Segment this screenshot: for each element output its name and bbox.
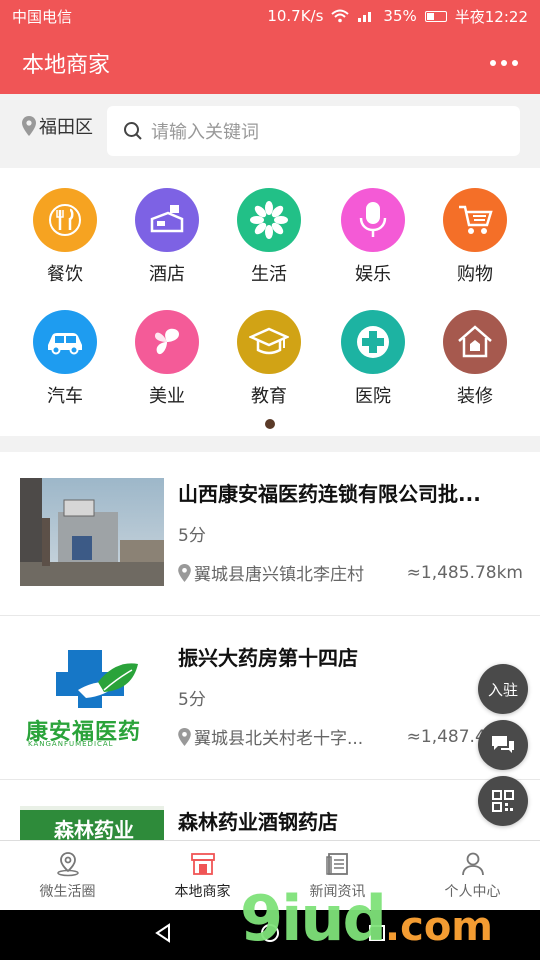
tab-label: 新闻资讯	[309, 883, 366, 900]
location-pin-icon	[178, 563, 191, 582]
back-button[interactable]	[152, 922, 174, 948]
net-speed: 10.7K/s	[267, 7, 324, 25]
more-dot-icon	[501, 60, 507, 66]
category-label: 美业	[149, 386, 185, 407]
tab-label: 本地商家	[174, 883, 231, 900]
category-item[interactable]: 医院	[323, 310, 423, 408]
status-bar: 中国电信 10.7K/s 35% 半夜12:22	[0, 0, 540, 32]
category-label: 娱乐	[355, 264, 391, 285]
clock: 半夜12:22	[454, 7, 528, 26]
merchant-name: 山西康安福医药连锁有限公司批...	[178, 482, 481, 506]
merchant-address: 翼城县北关村老十字...	[194, 729, 364, 749]
bottom-tab-bar: 微生活圈 本地商家 新闻资讯 个人中心	[0, 840, 540, 910]
medical-cross-icon	[341, 310, 405, 374]
location-pin-icon	[178, 727, 191, 746]
recents-square-icon	[368, 925, 385, 941]
page-title: 本地商家	[22, 53, 111, 78]
back-triangle-icon	[155, 923, 171, 943]
tab-profile[interactable]: 个人中心	[405, 841, 540, 910]
category-label: 汽车	[47, 386, 83, 407]
merchant-item[interactable]: 森林药业 森林药业酒钢药店	[0, 780, 540, 840]
wifi-icon	[331, 9, 350, 23]
merchant-list: 山西康安福医药连锁有限公司批... 5分 翼城县唐兴镇北李庄村 ≈1,485.7…	[0, 452, 540, 840]
more-dot-icon	[490, 60, 496, 66]
storefront-icon	[190, 852, 215, 875]
category-label: 医院	[355, 386, 391, 407]
microphone-icon	[341, 188, 405, 252]
qr-code-icon	[492, 790, 514, 812]
carrier-label: 中国电信	[12, 7, 73, 26]
category-item[interactable]: 教育	[219, 310, 319, 408]
chat-button[interactable]	[478, 720, 528, 770]
merchant-distance: ≈1,485.78km	[406, 562, 523, 583]
battery-icon	[424, 10, 447, 22]
battery-percent: 35%	[383, 7, 417, 25]
category-item[interactable]: 娱乐	[323, 188, 423, 286]
merchant-item[interactable]: 山西康安福医药连锁有限公司批... 5分 翼城县唐兴镇北李庄村 ≈1,485.7…	[0, 452, 540, 616]
tab-news[interactable]: 新闻资讯	[270, 841, 405, 910]
logo-subtext: KANGANFUMEDICAL	[28, 740, 114, 748]
location-pin-icon	[56, 851, 79, 876]
location-selector[interactable]: 福田区	[22, 113, 93, 139]
category-label: 购物	[457, 264, 493, 285]
category-item[interactable]: 酒店	[117, 188, 217, 286]
merchant-name: 森林药业酒钢药店	[178, 810, 338, 834]
car-icon	[33, 310, 97, 374]
merchant-logo: 康安福医药 KANGANFUMEDICAL	[20, 642, 164, 750]
utensils-icon	[33, 188, 97, 252]
butterfly-icon	[135, 310, 199, 374]
category-grid: 餐饮 酒店 生活 娱乐 购物 汽车 美业 教育 医院 装修	[0, 168, 540, 436]
category-label: 餐饮	[47, 264, 83, 285]
location-label: 福田区	[39, 117, 93, 138]
category-label: 酒店	[149, 264, 185, 285]
flower-icon	[237, 188, 301, 252]
category-item[interactable]: 汽车	[15, 310, 115, 408]
signal-icon	[358, 12, 372, 22]
tab-local-merchants[interactable]: 本地商家	[135, 841, 270, 910]
tab-label: 个人中心	[444, 883, 501, 900]
merchant-photo	[20, 478, 164, 586]
pagination-dot[interactable]	[265, 419, 275, 429]
search-icon	[124, 122, 142, 140]
category-item[interactable]: 餐饮	[15, 188, 115, 286]
merchant-photo: 森林药业	[20, 806, 164, 840]
home-circle-icon	[260, 924, 279, 942]
app-header: 本地商家	[0, 32, 540, 94]
chat-bubbles-icon	[492, 736, 514, 753]
merchant-score: 5分	[178, 526, 206, 546]
more-dot-icon	[512, 60, 518, 66]
more-menu-button[interactable]	[490, 60, 518, 66]
person-icon	[461, 852, 484, 875]
location-pin-icon	[22, 116, 36, 136]
logo-text: 森林药业	[54, 818, 134, 840]
category-label: 生活	[251, 264, 287, 285]
search-placeholder: 请输入关键词	[151, 122, 259, 143]
news-icon	[325, 852, 348, 875]
merchant-score: 5分	[178, 690, 206, 710]
join-button[interactable]: 入驻	[478, 664, 528, 714]
merchant-address: 翼城县唐兴镇北李庄村	[194, 565, 364, 585]
merchant-item[interactable]: 康安福医药 KANGANFUMEDICAL 振兴大药房第十四店 5分 翼城县北关…	[0, 616, 540, 780]
recents-button[interactable]	[366, 922, 388, 948]
home-button[interactable]	[259, 922, 281, 948]
hotel-bed-icon	[135, 188, 199, 252]
graduation-cap-icon	[237, 310, 301, 374]
qr-code-button[interactable]	[478, 776, 528, 826]
category-item[interactable]: 装修	[425, 310, 525, 408]
tab-label: 微生活圈	[39, 883, 96, 900]
system-nav-bar	[0, 910, 540, 960]
tab-micro-life[interactable]: 微生活圈	[0, 841, 135, 910]
category-item[interactable]: 购物	[425, 188, 525, 286]
house-icon	[443, 310, 507, 374]
category-item[interactable]: 生活	[219, 188, 319, 286]
join-label: 入驻	[487, 680, 518, 699]
shopping-cart-icon	[443, 188, 507, 252]
merchant-name: 振兴大药房第十四店	[178, 646, 358, 670]
category-label: 装修	[457, 386, 493, 407]
search-input[interactable]: 请输入关键词	[107, 106, 520, 156]
category-item[interactable]: 美业	[117, 310, 217, 408]
category-label: 教育	[251, 386, 287, 407]
search-row: 福田区 请输入关键词	[0, 94, 540, 168]
